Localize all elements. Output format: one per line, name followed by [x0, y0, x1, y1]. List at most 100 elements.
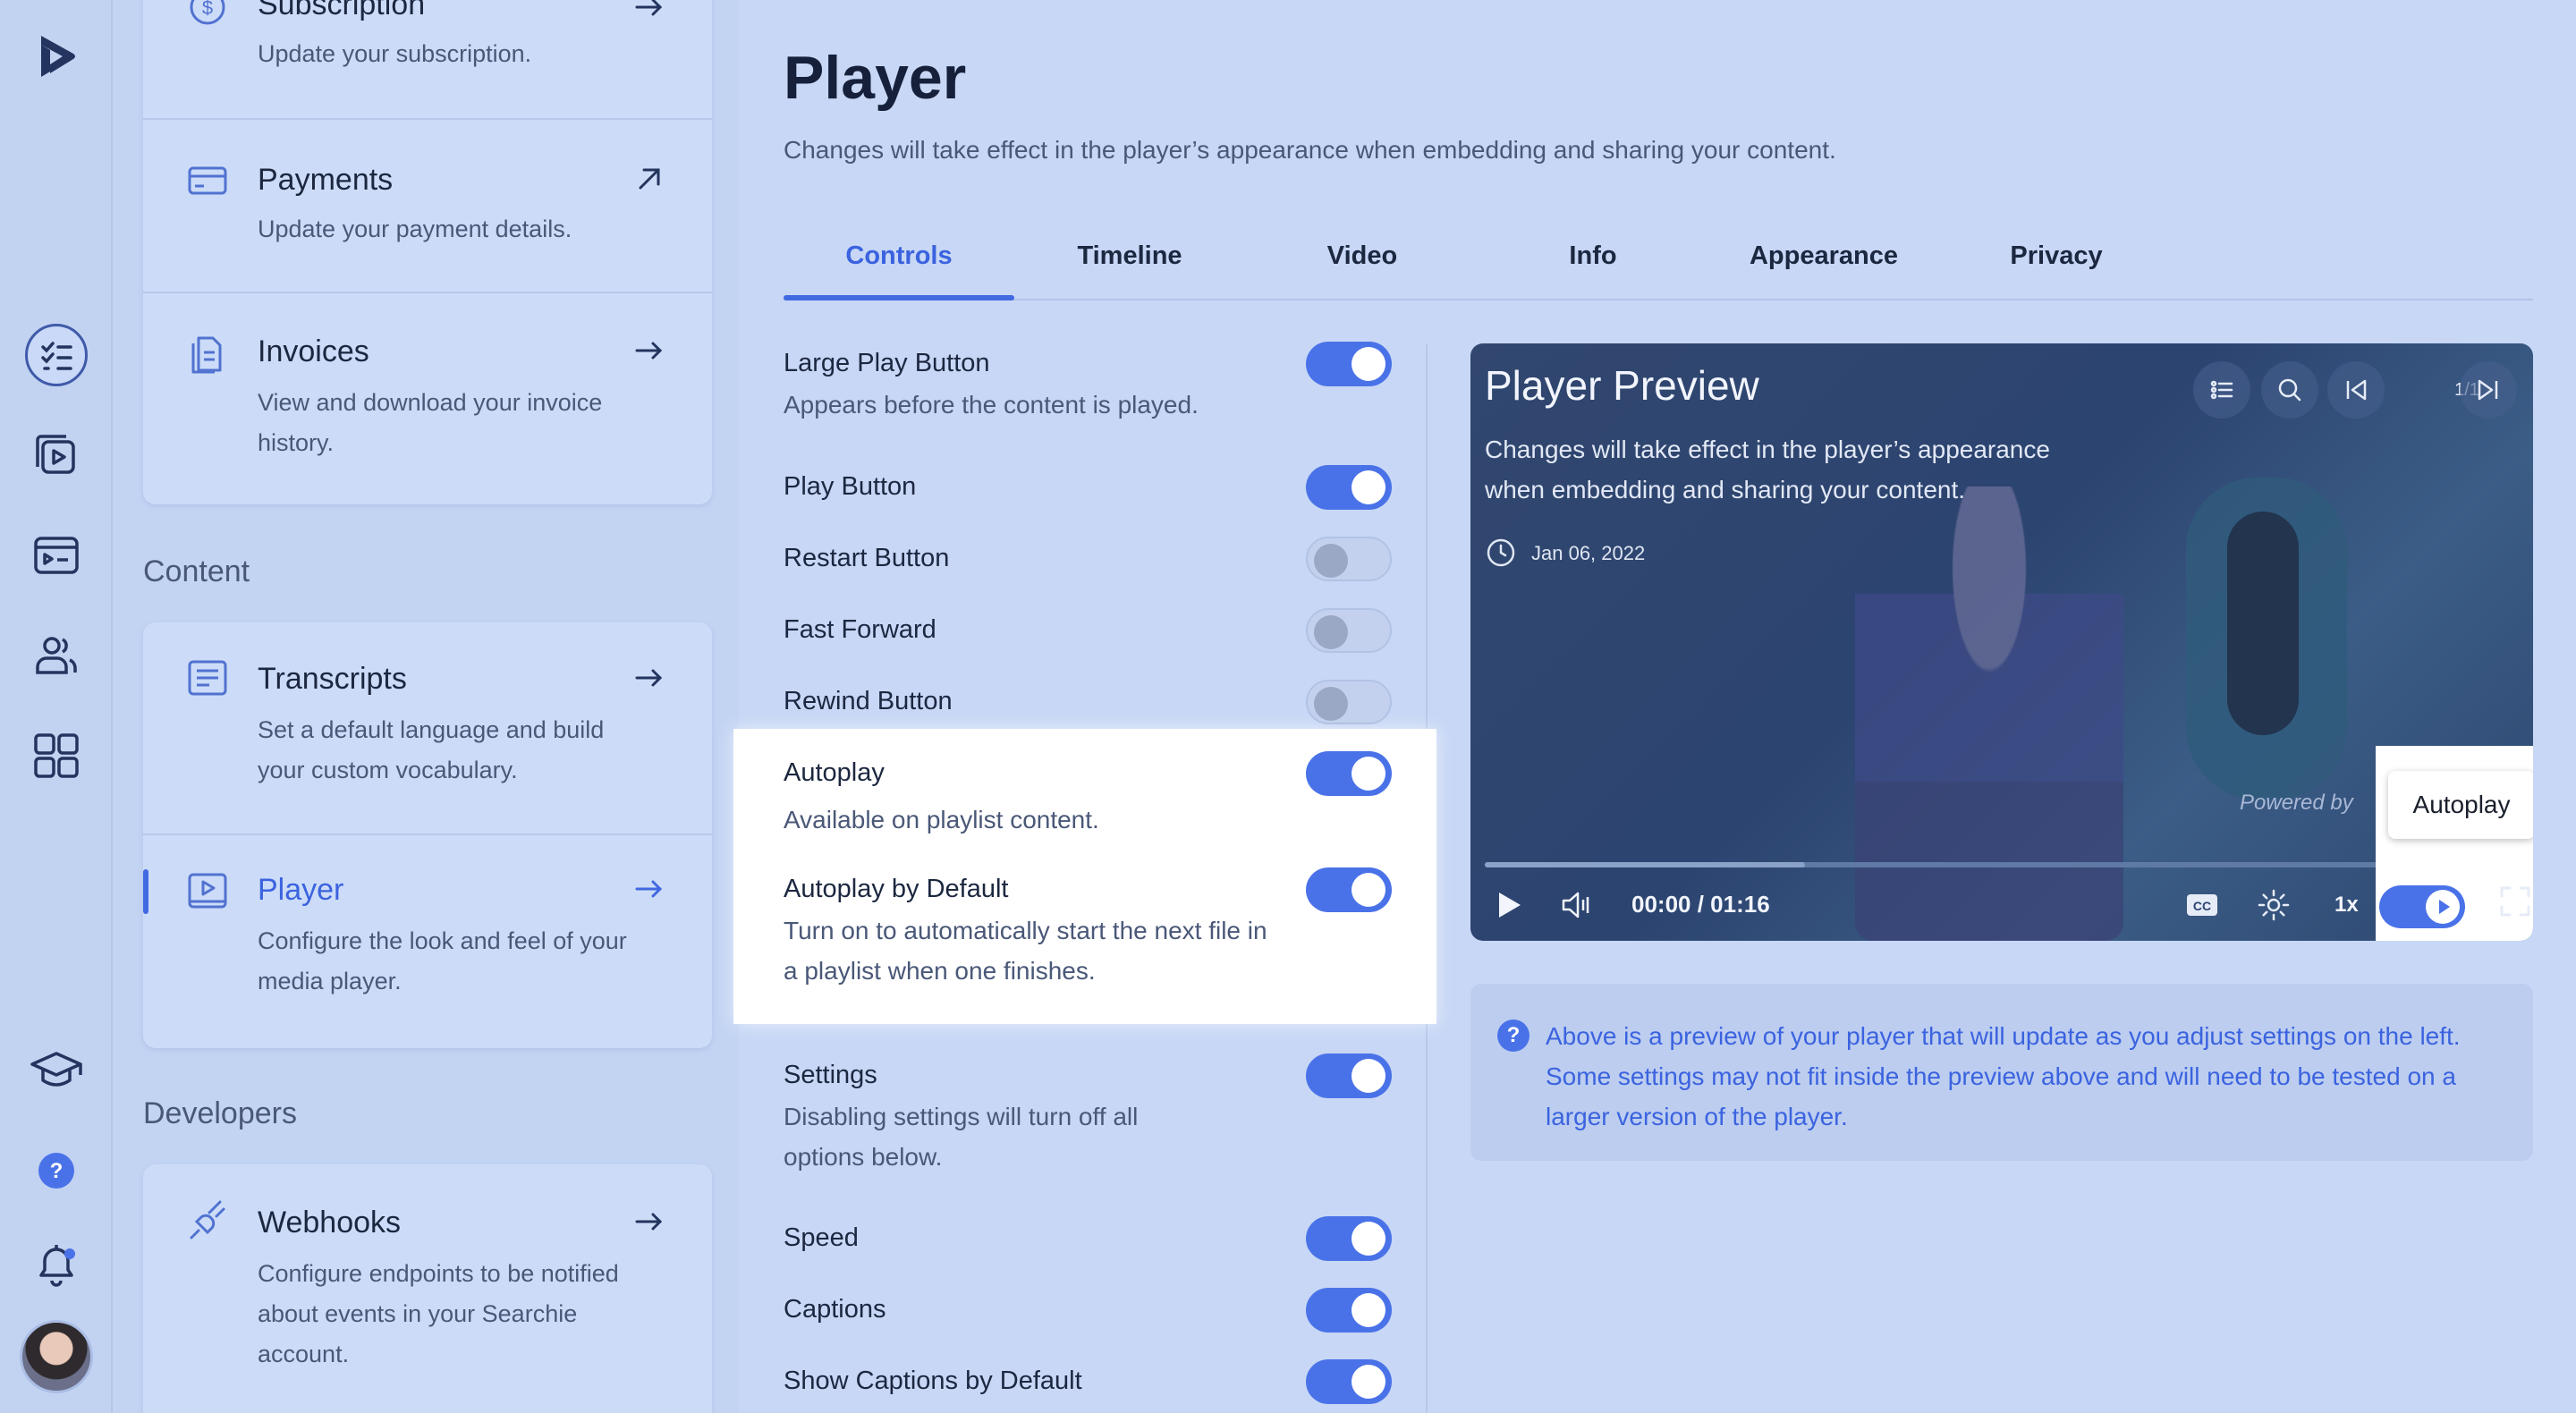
search-icon[interactable] — [2261, 361, 2318, 419]
apps-grid-icon[interactable] — [25, 724, 88, 787]
playback-speed[interactable]: 1x — [2334, 893, 2359, 918]
skip-next-icon[interactable] — [2460, 361, 2517, 419]
preview-info-text: Above is a preview of your player that w… — [1546, 1022, 2461, 1130]
setting-label: Settings — [784, 1061, 877, 1089]
active-tab-indicator — [784, 295, 1014, 300]
setting-label: Captions — [784, 1295, 886, 1324]
tab-controls[interactable]: Controls — [784, 241, 1014, 271]
rewind-button-toggle[interactable] — [1306, 680, 1392, 724]
nav-item-webhooks[interactable]: Webhooks Configure endpoints to be notif… — [143, 1164, 712, 1413]
chapters-list-icon[interactable] — [2193, 361, 2250, 419]
autoplay-by-default-toggle[interactable] — [1306, 867, 1392, 912]
svg-text:?: ? — [50, 1159, 64, 1183]
billing-card: $ Subscription Update your subscription.… — [143, 0, 712, 504]
captions-toggle[interactable] — [1306, 1288, 1392, 1333]
play-button-toggle[interactable] — [1306, 465, 1392, 510]
preview-info-box: ? Above is a preview of your player that… — [1470, 984, 2533, 1161]
tab-timeline[interactable]: Timeline — [1014, 241, 1245, 271]
setting-desc: Available on playlist content. — [784, 806, 1099, 833]
skip-previous-icon[interactable] — [2327, 361, 2385, 419]
arrow-right-icon — [633, 662, 665, 694]
arrow-right-icon — [633, 1206, 665, 1238]
nav-item-desc: Update your subscription. — [258, 40, 532, 67]
main-panel: Player Changes will take effect in the p… — [733, 0, 2576, 1413]
avatar[interactable] — [20, 1320, 93, 1393]
fast-forward-toggle[interactable] — [1306, 608, 1392, 653]
nav-item-desc: View and download your invoice history. — [258, 389, 603, 456]
preview-title: Player Preview — [1485, 362, 1759, 409]
video-library-icon[interactable] — [25, 424, 88, 487]
player-icon — [186, 869, 229, 912]
nav-item-title: Subscription — [258, 0, 426, 21]
mute-volume-icon[interactable] — [1555, 884, 1597, 926]
nav-item-transcripts[interactable]: Transcripts Set a default language and b… — [143, 622, 712, 833]
logo-icon[interactable] — [25, 25, 88, 88]
tab-privacy[interactable]: Privacy — [1941, 241, 2172, 271]
arrow-right-icon — [633, 873, 665, 905]
settings-nav: $ Subscription Update your subscription.… — [113, 0, 739, 1413]
preview-date: Jan 06, 2022 — [1531, 542, 1646, 564]
setting-label: Play Button — [784, 472, 917, 501]
setting-desc: Turn on to automatically start the next … — [784, 917, 1267, 985]
preview-description: Changes will take effect in the player’s… — [1485, 436, 2050, 503]
svg-text:CC: CC — [2193, 899, 2211, 913]
preview-video-frame-detail — [2227, 512, 2299, 735]
preview-progress-fill — [1485, 862, 1806, 867]
nav-item-desc: Configure endpoints to be notified about… — [258, 1260, 619, 1367]
player-preview[interactable]: Player Preview Changes will take effect … — [1470, 343, 2533, 941]
nav-item-player[interactable]: Player Configure the look and feel of yo… — [143, 835, 712, 1048]
gear-icon[interactable] — [2252, 884, 2295, 926]
nav-item-title: Player — [258, 873, 344, 907]
preview-progress-bar[interactable] — [1485, 862, 2519, 867]
nav-item-title: Invoices — [258, 334, 369, 368]
clock-icon — [1485, 537, 1517, 569]
powered-by-label: Powered by — [2240, 791, 2353, 815]
section-label-developers: Developers — [143, 1096, 297, 1130]
nav-item-desc: Update your payment details. — [258, 216, 572, 242]
credit-card-icon — [186, 159, 229, 202]
speed-toggle[interactable] — [1306, 1216, 1392, 1261]
tab-video[interactable]: Video — [1247, 241, 1478, 271]
tab-info[interactable]: Info — [1478, 241, 1708, 271]
webhook-plug-icon — [186, 1200, 229, 1243]
nav-item-subscription[interactable]: $ Subscription Update your subscription. — [143, 0, 712, 120]
developers-card: Webhooks Configure endpoints to be notif… — [143, 1164, 712, 1413]
graduation-cap-icon[interactable] — [25, 1039, 88, 1102]
nav-item-title: Transcripts — [258, 662, 407, 696]
closed-captions-icon[interactable]: CC — [2181, 884, 2224, 926]
help-icon[interactable]: ? — [25, 1139, 88, 1202]
users-icon[interactable] — [25, 624, 88, 687]
setting-label: Rewind Button — [784, 687, 953, 715]
section-label-content: Content — [143, 554, 250, 588]
arrow-right-icon — [633, 0, 665, 23]
setting-desc: Appears before the content is played. — [784, 391, 1199, 419]
preview-video-person — [1855, 487, 2123, 941]
autoplay-toggle[interactable] — [1306, 751, 1392, 796]
play-icon[interactable] — [1487, 884, 1530, 926]
bell-icon[interactable] — [25, 1234, 88, 1297]
nav-item-payments[interactable]: Payments Update your payment details. — [143, 120, 712, 293]
nav-item-invoices[interactable]: Invoices View and download your invoice … — [143, 293, 712, 504]
page-subtitle: Changes will take effect in the player’s… — [784, 136, 1836, 164]
tab-appearance[interactable]: Appearance — [1708, 241, 1939, 271]
show-captions-by-default-toggle[interactable] — [1306, 1359, 1392, 1404]
external-link-icon — [633, 163, 665, 195]
playlist-icon[interactable] — [25, 524, 88, 587]
checklist-icon[interactable] — [25, 324, 88, 386]
settings-toggle[interactable] — [1306, 1053, 1392, 1098]
tab-bar: Controls Timeline Video Info Appearance … — [784, 224, 2533, 300]
preview-time: 00:00 / 01:16 — [1631, 891, 1770, 918]
setting-label: Show Captions by Default — [784, 1366, 1082, 1395]
svg-text:$: $ — [202, 0, 213, 19]
setting-desc: Disabling settings will turn off all opt… — [784, 1103, 1139, 1171]
preview-autoplay-toggle[interactable] — [2379, 885, 2465, 928]
transcript-icon — [186, 656, 229, 699]
setting-label: Autoplay — [784, 758, 885, 787]
arrow-right-icon — [633, 334, 665, 367]
restart-button-toggle[interactable] — [1306, 537, 1392, 581]
page-title: Player — [784, 44, 967, 112]
icon-rail: ? — [0, 0, 113, 1413]
large-play-button-toggle[interactable] — [1306, 342, 1392, 386]
nav-item-desc: Set a default language and build your cu… — [258, 716, 605, 783]
fullscreen-icon[interactable] — [2497, 884, 2533, 926]
